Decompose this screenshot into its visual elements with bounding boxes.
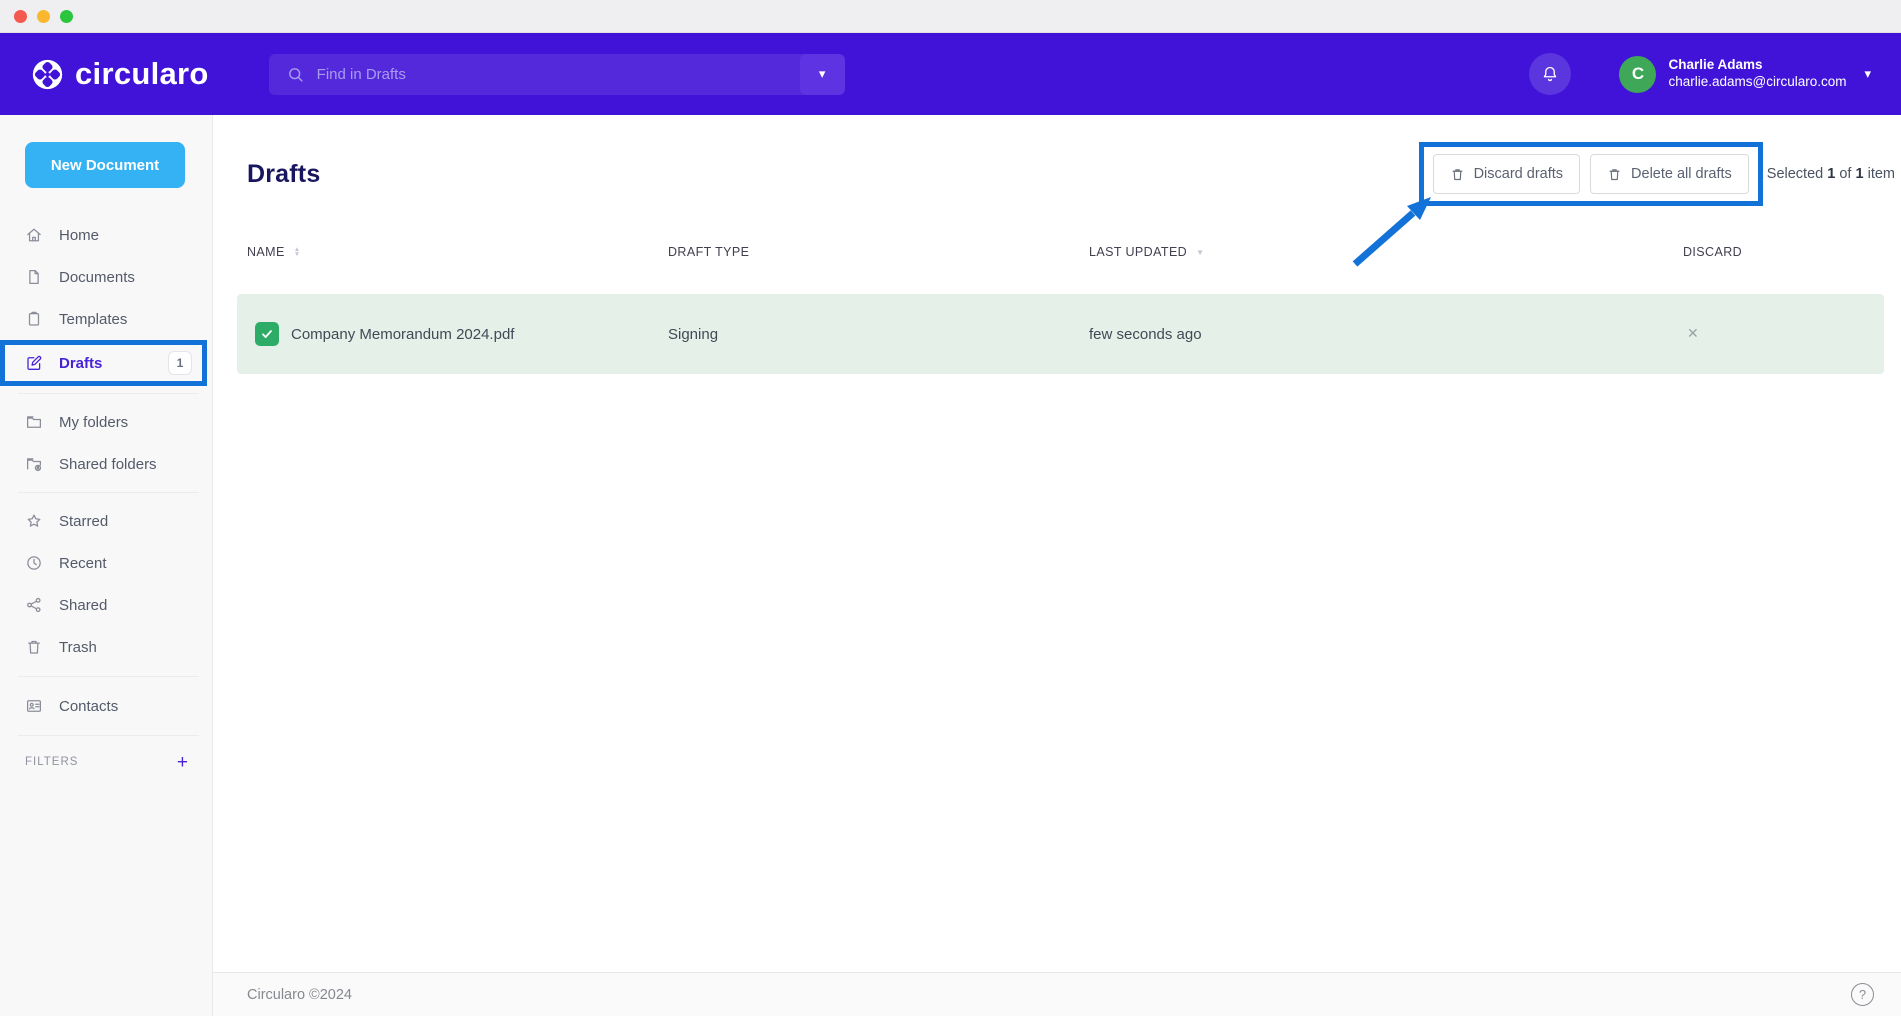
star-icon: [25, 512, 43, 530]
row-draft-type: Signing: [668, 326, 1089, 343]
brand-wordmark: circularo: [75, 56, 209, 92]
column-header-name[interactable]: NAME ▲▼: [237, 245, 668, 259]
discard-drafts-button[interactable]: Discard drafts: [1433, 154, 1580, 194]
table-row[interactable]: Company Memorandum 2024.pdf Signing few …: [237, 294, 1884, 374]
search-icon: [286, 65, 305, 84]
user-name: Charlie Adams: [1668, 57, 1846, 74]
sidebar-item-label: Contacts: [59, 698, 118, 715]
row-document-name: Company Memorandum 2024.pdf: [291, 326, 514, 343]
close-window-icon[interactable]: [14, 10, 27, 23]
sidebar-item-trash[interactable]: Trash: [0, 626, 212, 668]
sidebar-item-my-folders[interactable]: My folders: [0, 401, 212, 443]
filters-label: FILTERS: [25, 756, 78, 768]
column-header-discard: DISCARD: [1683, 245, 1884, 259]
trash-icon: [1607, 167, 1622, 182]
sidebar-item-documents[interactable]: Documents: [0, 256, 212, 298]
sidebar-item-label: Shared: [59, 597, 107, 614]
main-content: Drafts Discard drafts Delete all drafts: [213, 115, 1901, 1016]
circularo-logo-icon: [31, 58, 64, 91]
minimize-window-icon[interactable]: [37, 10, 50, 23]
sidebar-item-shared[interactable]: Shared: [0, 584, 212, 626]
search-input[interactable]: [305, 66, 800, 83]
bell-icon: [1540, 64, 1560, 84]
trash-icon: [1450, 167, 1465, 182]
sidebar-item-label: Trash: [59, 639, 97, 656]
sidebar: New Document Home Documents Templates: [0, 115, 213, 1016]
column-header-last-updated[interactable]: LAST UPDATED ▼: [1089, 245, 1683, 259]
sidebar-item-recent[interactable]: Recent: [0, 542, 212, 584]
table-header-row: NAME ▲▼ DRAFT TYPE LAST UPDATED ▼ DISCAR…: [237, 230, 1884, 274]
user-email: charlie.adams@circularo.com: [1668, 74, 1846, 91]
share-icon: [25, 596, 43, 614]
maximize-window-icon[interactable]: [60, 10, 73, 23]
selection-status: Selected 1 of 1 item: [1767, 166, 1895, 182]
home-icon: [25, 226, 43, 244]
row-last-updated: few seconds ago: [1089, 326, 1683, 343]
sort-desc-icon: ▼: [1196, 248, 1204, 257]
sidebar-item-shared-folders[interactable]: Shared folders: [0, 443, 212, 485]
trash-icon: [25, 638, 43, 656]
search-bar: ▾: [269, 54, 845, 95]
sidebar-item-starred[interactable]: Starred: [0, 500, 212, 542]
drafts-edit-icon: [25, 354, 43, 372]
sidebar-item-drafts[interactable]: Drafts 1: [5, 345, 202, 381]
divider: [18, 492, 199, 493]
template-icon: [25, 310, 43, 328]
shared-folder-icon: [25, 455, 43, 473]
sidebar-item-contacts[interactable]: Contacts: [0, 685, 212, 727]
divider: [18, 676, 199, 677]
footer: Circularo ©2024 ?: [213, 972, 1901, 1016]
drafts-count-badge: 1: [168, 351, 192, 375]
window-title-bar: [0, 0, 1901, 33]
copyright-text: Circularo ©2024: [247, 987, 352, 1003]
delete-all-drafts-button[interactable]: Delete all drafts: [1590, 154, 1749, 194]
user-avatar[interactable]: C: [1619, 56, 1656, 93]
contacts-icon: [25, 697, 43, 715]
new-document-button[interactable]: New Document: [25, 142, 185, 188]
user-menu-caret-icon[interactable]: ▾: [1864, 66, 1871, 82]
row-checkbox-checked[interactable]: [255, 322, 279, 346]
sidebar-item-label: Templates: [59, 311, 127, 328]
column-header-draft-type: DRAFT TYPE: [668, 245, 1089, 259]
sidebar-item-label: Documents: [59, 269, 135, 286]
sort-icon: ▲▼: [294, 247, 301, 257]
delete-all-drafts-label: Delete all drafts: [1631, 166, 1732, 182]
sidebar-item-label: Starred: [59, 513, 108, 530]
page-title: Drafts: [247, 160, 320, 189]
annotation-box-drafts: Drafts 1: [0, 340, 207, 386]
annotation-box-buttons: Discard drafts Delete all drafts: [1419, 142, 1763, 206]
discard-drafts-label: Discard drafts: [1474, 166, 1563, 182]
sidebar-item-templates[interactable]: Templates: [0, 298, 212, 340]
sidebar-item-label: Shared folders: [59, 456, 157, 473]
notifications-button[interactable]: [1529, 53, 1571, 95]
plus-icon[interactable]: +: [177, 753, 188, 772]
x-icon[interactable]: ✕: [1687, 325, 1699, 341]
user-info[interactable]: Charlie Adams charlie.adams@circularo.co…: [1668, 57, 1846, 91]
folder-icon: [25, 413, 43, 431]
app-header: circularo ▾ C Charlie Adams charlie.adam…: [0, 33, 1901, 115]
sidebar-item-label: Drafts: [59, 355, 102, 372]
search-scope-dropdown[interactable]: ▾: [800, 54, 845, 95]
drafts-table: NAME ▲▼ DRAFT TYPE LAST UPDATED ▼ DISCAR…: [237, 230, 1884, 374]
sidebar-item-label: Recent: [59, 555, 107, 572]
divider: [18, 735, 199, 736]
sidebar-item-home[interactable]: Home: [0, 214, 212, 256]
clock-icon: [25, 554, 43, 572]
divider: [18, 393, 199, 394]
circularo-logo[interactable]: circularo: [31, 56, 209, 92]
sidebar-item-label: Home: [59, 227, 99, 244]
document-icon: [25, 268, 43, 286]
question-mark-icon[interactable]: ?: [1851, 983, 1874, 1006]
filters-section: FILTERS +: [0, 748, 212, 776]
sidebar-item-label: My folders: [59, 414, 128, 431]
